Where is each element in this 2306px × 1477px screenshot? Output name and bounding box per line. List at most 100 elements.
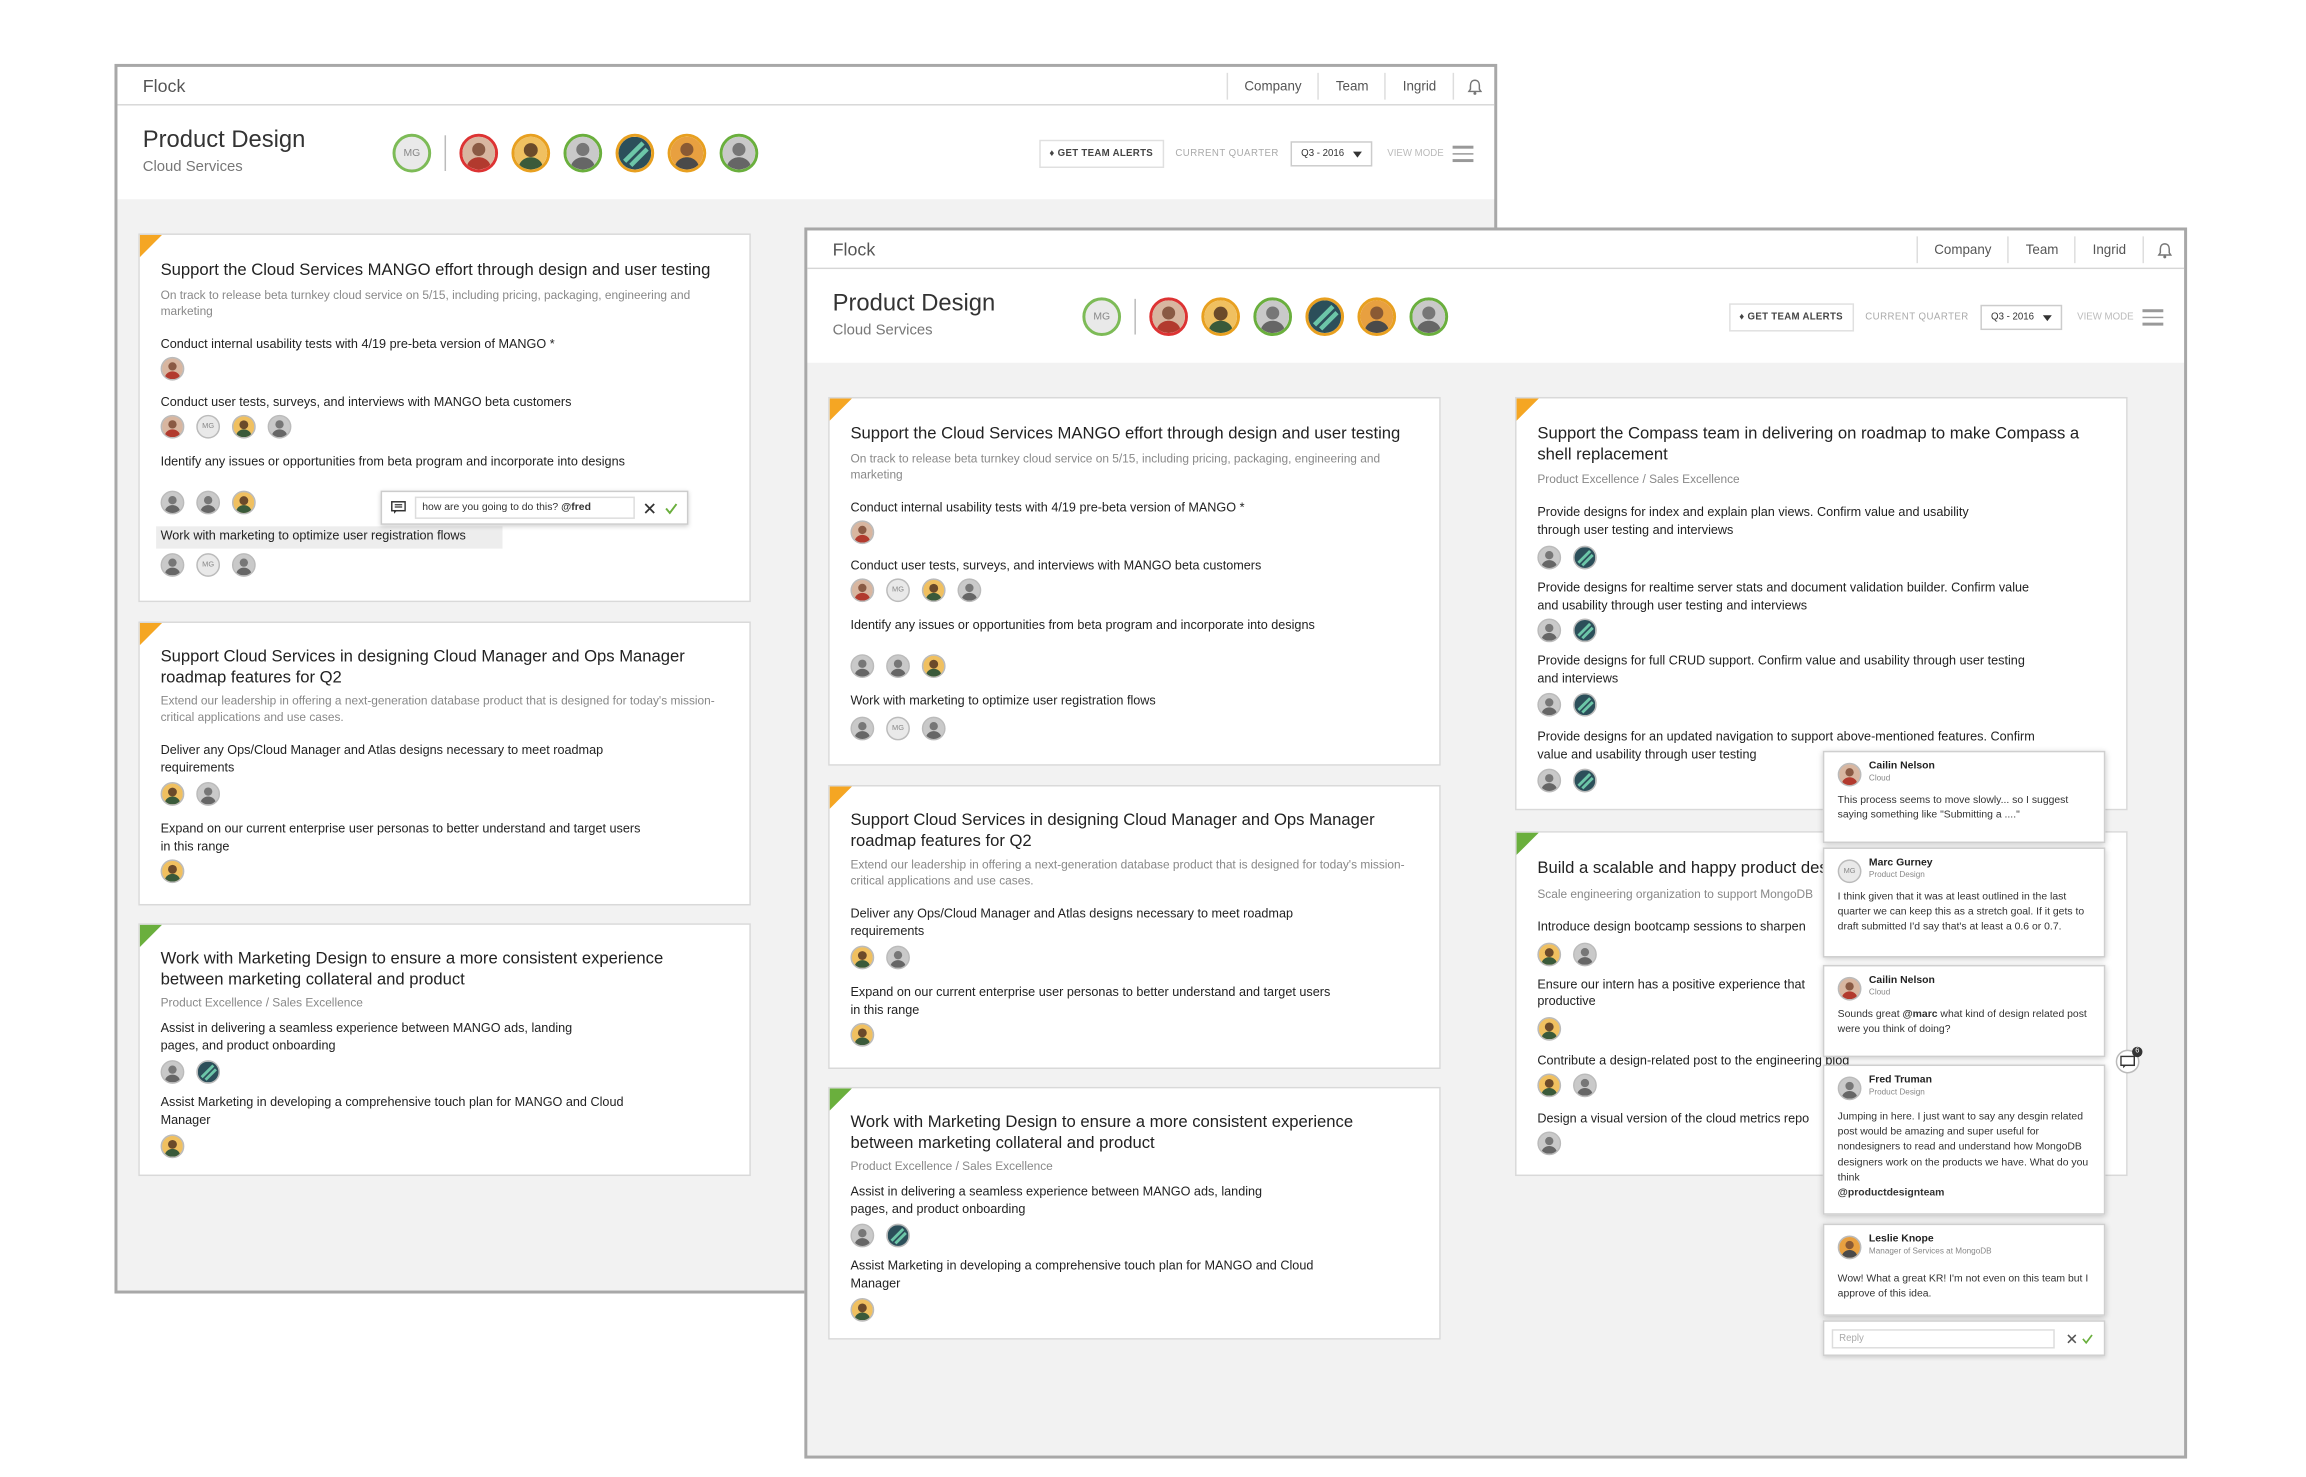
key-result[interactable]: Assist in delivering a seamless experien…: [850, 1183, 1274, 1217]
avatar[interactable]: [196, 1060, 221, 1084]
key-result[interactable]: Deliver any Ops/Cloud Manager and Atlas …: [850, 905, 1311, 939]
avatar[interactable]: [921, 716, 946, 741]
key-result[interactable]: Assist in delivering a seamless experien…: [161, 1020, 585, 1054]
avatar[interactable]: [1537, 692, 1562, 717]
comment-author[interactable]: Marc Gurney: [1869, 858, 1933, 868]
team-member-avatar[interactable]: [511, 133, 551, 173]
comment-input[interactable]: how are you going to do this? @fred: [414, 496, 635, 519]
avatar[interactable]: [160, 356, 185, 381]
key-result[interactable]: Expand on our current enterprise user pe…: [161, 821, 652, 855]
avatar[interactable]: [231, 414, 256, 439]
check-icon[interactable]: [665, 502, 678, 514]
avatar[interactable]: [160, 490, 185, 515]
team-member-avatar[interactable]: [563, 133, 603, 173]
key-result[interactable]: Deliver any Ops/Cloud Manager and Atlas …: [161, 742, 622, 776]
key-result[interactable]: Conduct internal usability tests with 4/…: [161, 336, 741, 353]
objective-card[interactable]: Support Cloud Services in designing Clou…: [138, 621, 751, 906]
comment-author[interactable]: Fred Truman: [1869, 1075, 1932, 1085]
avatar[interactable]: [160, 414, 185, 439]
notifications-bell-icon[interactable]: [2142, 236, 2184, 264]
team-member-avatar[interactable]: [1201, 297, 1240, 337]
team-member-avatar[interactable]: [719, 133, 759, 173]
avatar[interactable]: [886, 1223, 910, 1248]
nav-user[interactable]: Ingrid: [2074, 236, 2143, 264]
key-result[interactable]: Conduct internal usability tests with 4/…: [850, 500, 1430, 517]
avatar[interactable]: [160, 553, 185, 577]
team-member-avatar[interactable]: [1305, 297, 1345, 337]
quarter-select[interactable]: Q3 - 2016: [1290, 141, 1373, 167]
objective-card[interactable]: Support the Compass team in delivering o…: [1515, 396, 2128, 811]
avatar[interactable]: [1537, 618, 1562, 643]
comment-author[interactable]: Cailin Nelson: [1869, 761, 1935, 771]
get-team-alerts-button[interactable]: ♦ GET TEAM ALERTS: [1039, 139, 1164, 169]
check-icon[interactable]: [2082, 1334, 2094, 1345]
avatar[interactable]: [196, 782, 221, 806]
avatar[interactable]: [1573, 1073, 1597, 1098]
comment-author[interactable]: Cailin Nelson: [1869, 975, 1935, 985]
avatar[interactable]: MG: [886, 716, 910, 741]
key-result[interactable]: Conduct user tests, surveys, and intervi…: [850, 558, 1430, 575]
key-result[interactable]: Identify any issues or opportunities fro…: [850, 617, 1326, 634]
avatar[interactable]: [850, 1223, 875, 1248]
avatar[interactable]: [850, 1297, 875, 1322]
avatar[interactable]: MG: [196, 553, 221, 577]
avatar[interactable]: [1537, 1131, 1562, 1156]
key-result[interactable]: Provide designs for full CRUD support. C…: [1537, 653, 2035, 687]
avatar[interactable]: [886, 945, 910, 970]
notifications-bell-icon[interactable]: [1452, 72, 1495, 100]
avatar[interactable]: [267, 414, 292, 439]
avatar[interactable]: [160, 782, 185, 806]
team-manager-avatar[interactable]: MG: [1082, 297, 1122, 337]
avatar[interactable]: [921, 578, 946, 603]
avatar[interactable]: [850, 520, 875, 545]
nav-company[interactable]: Company: [1916, 236, 2007, 264]
avatar[interactable]: [850, 716, 875, 741]
avatar[interactable]: [850, 1022, 875, 1047]
avatar[interactable]: [1537, 545, 1562, 570]
team-member-avatar[interactable]: [1409, 297, 1449, 337]
reply-input[interactable]: Reply: [1831, 1329, 2055, 1349]
objective-card[interactable]: Work with Marketing Design to ensure a m…: [138, 923, 751, 1177]
key-result[interactable]: Provide designs for realtime server stat…: [1537, 580, 2043, 614]
avatar[interactable]: [160, 1060, 185, 1084]
brand-logo[interactable]: Flock: [143, 76, 186, 97]
key-result[interactable]: Introduce design bootcamp sessions to sh…: [1537, 919, 1842, 936]
avatar[interactable]: [1537, 1073, 1562, 1098]
mention[interactable]: @marc: [1902, 1010, 1937, 1020]
avatar[interactable]: MG: [886, 578, 910, 603]
nav-company[interactable]: Company: [1226, 72, 1318, 100]
team-member-avatar[interactable]: [459, 133, 499, 173]
key-result[interactable]: Work with marketing to optimize user reg…: [850, 693, 1430, 710]
key-result[interactable]: Provide designs for index and explain pl…: [1537, 504, 2013, 538]
avatar[interactable]: [160, 859, 185, 884]
key-result[interactable]: Design a visual version of the cloud met…: [1537, 1111, 1842, 1128]
key-result[interactable]: Expand on our current enterprise user pe…: [850, 984, 1341, 1018]
objective-card[interactable]: Support Cloud Services in designing Clou…: [828, 785, 1441, 1070]
team-manager-avatar[interactable]: MG: [392, 133, 432, 173]
quarter-select[interactable]: Q3 - 2016: [1980, 304, 2063, 331]
avatar[interactable]: [886, 654, 910, 678]
key-result[interactable]: Assist Marketing in developing a compreh…: [161, 1094, 652, 1128]
avatar[interactable]: [1573, 942, 1597, 967]
avatar[interactable]: MG: [196, 414, 221, 439]
key-result[interactable]: Assist Marketing in developing a compreh…: [850, 1258, 1341, 1292]
key-result[interactable]: Conduct user tests, surveys, and intervi…: [161, 394, 741, 411]
avatar[interactable]: [850, 578, 875, 603]
objective-card[interactable]: Support the Cloud Services MANGO effort …: [828, 396, 1441, 766]
brand-logo[interactable]: Flock: [833, 239, 876, 260]
objective-card[interactable]: Work with Marketing Design to ensure a m…: [828, 1086, 1441, 1340]
avatar[interactable]: [1537, 942, 1562, 967]
avatar[interactable]: [196, 490, 221, 515]
avatar[interactable]: [850, 945, 875, 970]
comment-author[interactable]: Leslie Knope: [1869, 1234, 1934, 1244]
view-mode-menu-icon[interactable]: [1452, 146, 1474, 162]
comments-toggle-icon[interactable]: 6: [2115, 1046, 2143, 1074]
avatar[interactable]: [231, 490, 256, 515]
avatar[interactable]: [160, 1134, 185, 1159]
nav-team[interactable]: Team: [1318, 72, 1385, 100]
avatar[interactable]: [231, 553, 256, 577]
mention[interactable]: @productdesignteam: [1838, 1188, 1945, 1198]
team-member-avatar[interactable]: [1357, 297, 1397, 337]
avatar[interactable]: [921, 654, 946, 678]
avatar[interactable]: [1573, 545, 1597, 570]
